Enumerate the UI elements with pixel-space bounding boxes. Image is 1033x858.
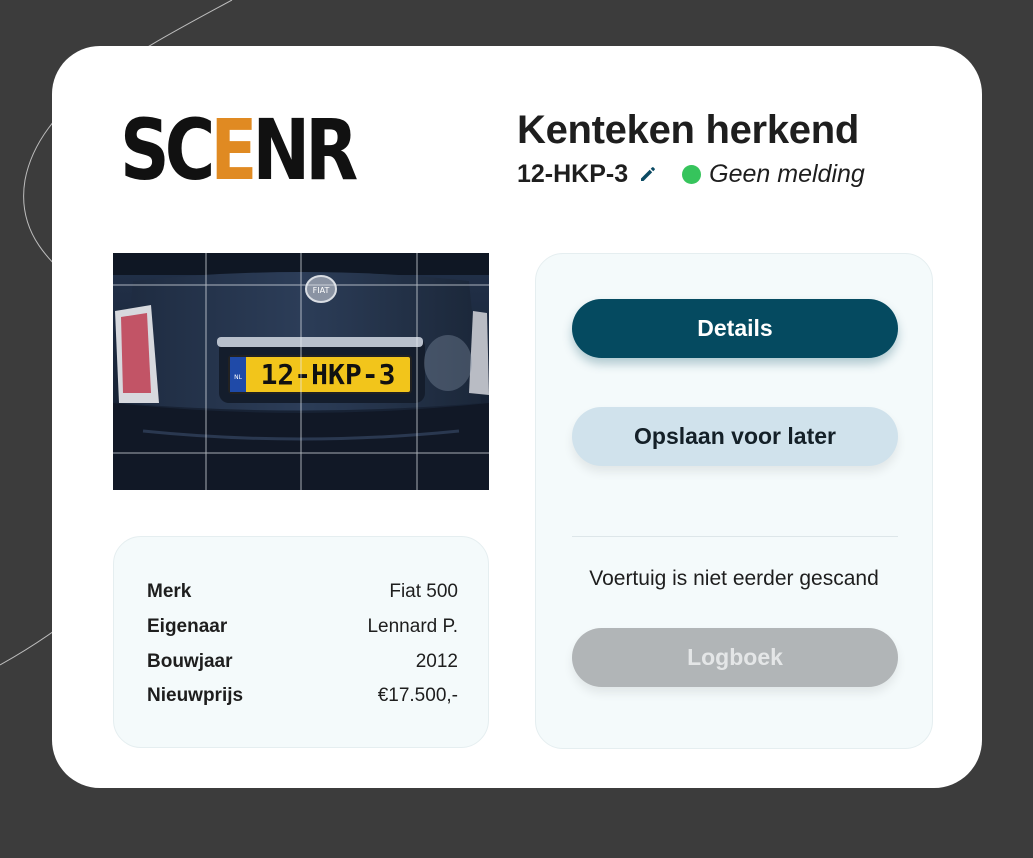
info-value: Fiat 500 bbox=[389, 581, 458, 602]
info-value: 2012 bbox=[415, 651, 458, 672]
info-row-bouwjaar: Bouwjaar 2012 bbox=[147, 650, 458, 674]
plate-photo-text: 12-HKP-3 bbox=[261, 358, 396, 391]
logo-text-left: SC bbox=[120, 101, 215, 199]
info-label: Bouwjaar bbox=[147, 651, 233, 672]
svg-text:FIAT: FIAT bbox=[313, 286, 330, 295]
info-value: Lennard P. bbox=[367, 616, 458, 637]
info-label: Eigenaar bbox=[147, 616, 228, 637]
plate-country: NL bbox=[234, 374, 242, 381]
status-text: Geen melding bbox=[709, 159, 865, 188]
status-dot-icon bbox=[682, 164, 702, 184]
info-value: €17.500,- bbox=[377, 685, 458, 706]
divider bbox=[572, 536, 898, 537]
logo-text-right: NR bbox=[252, 101, 358, 199]
info-row-merk: Merk Fiat 500 bbox=[147, 580, 458, 604]
logo-text-accent: E bbox=[210, 101, 257, 199]
pencil-icon[interactable] bbox=[638, 164, 658, 184]
recognized-plate: 12-HKP-3 bbox=[517, 159, 629, 188]
vehicle-info-panel: Merk Fiat 500 Eigenaar Lennard P. Bouwja… bbox=[113, 536, 489, 748]
plate-status-line: 12-HKP-3 Geen melding bbox=[517, 158, 865, 190]
page-title: Kenteken herkend bbox=[517, 108, 859, 152]
actions-panel: Details Opslaan voor later Voertuig is n… bbox=[535, 253, 933, 749]
info-row-nieuwprijs: Nieuwprijs €17.500,- bbox=[147, 684, 458, 708]
scan-history-note: Voertuig is niet eerder gescand bbox=[589, 567, 879, 590]
result-card: SC E NR Kenteken herkend 12-HKP-3 Geen mel… bbox=[52, 46, 982, 788]
car-photo: FIAT NL 12-HKP-3 bbox=[113, 253, 489, 490]
details-button[interactable]: Details bbox=[572, 299, 898, 358]
save-for-later-button[interactable]: Opslaan voor later bbox=[572, 407, 898, 466]
info-label: Nieuwprijs bbox=[147, 685, 244, 706]
scenr-logo: SC E NR bbox=[120, 101, 358, 199]
info-label: Merk bbox=[147, 581, 192, 602]
info-row-eigenaar: Eigenaar Lennard P. bbox=[147, 615, 458, 639]
logbook-button: Logboek bbox=[572, 628, 898, 687]
